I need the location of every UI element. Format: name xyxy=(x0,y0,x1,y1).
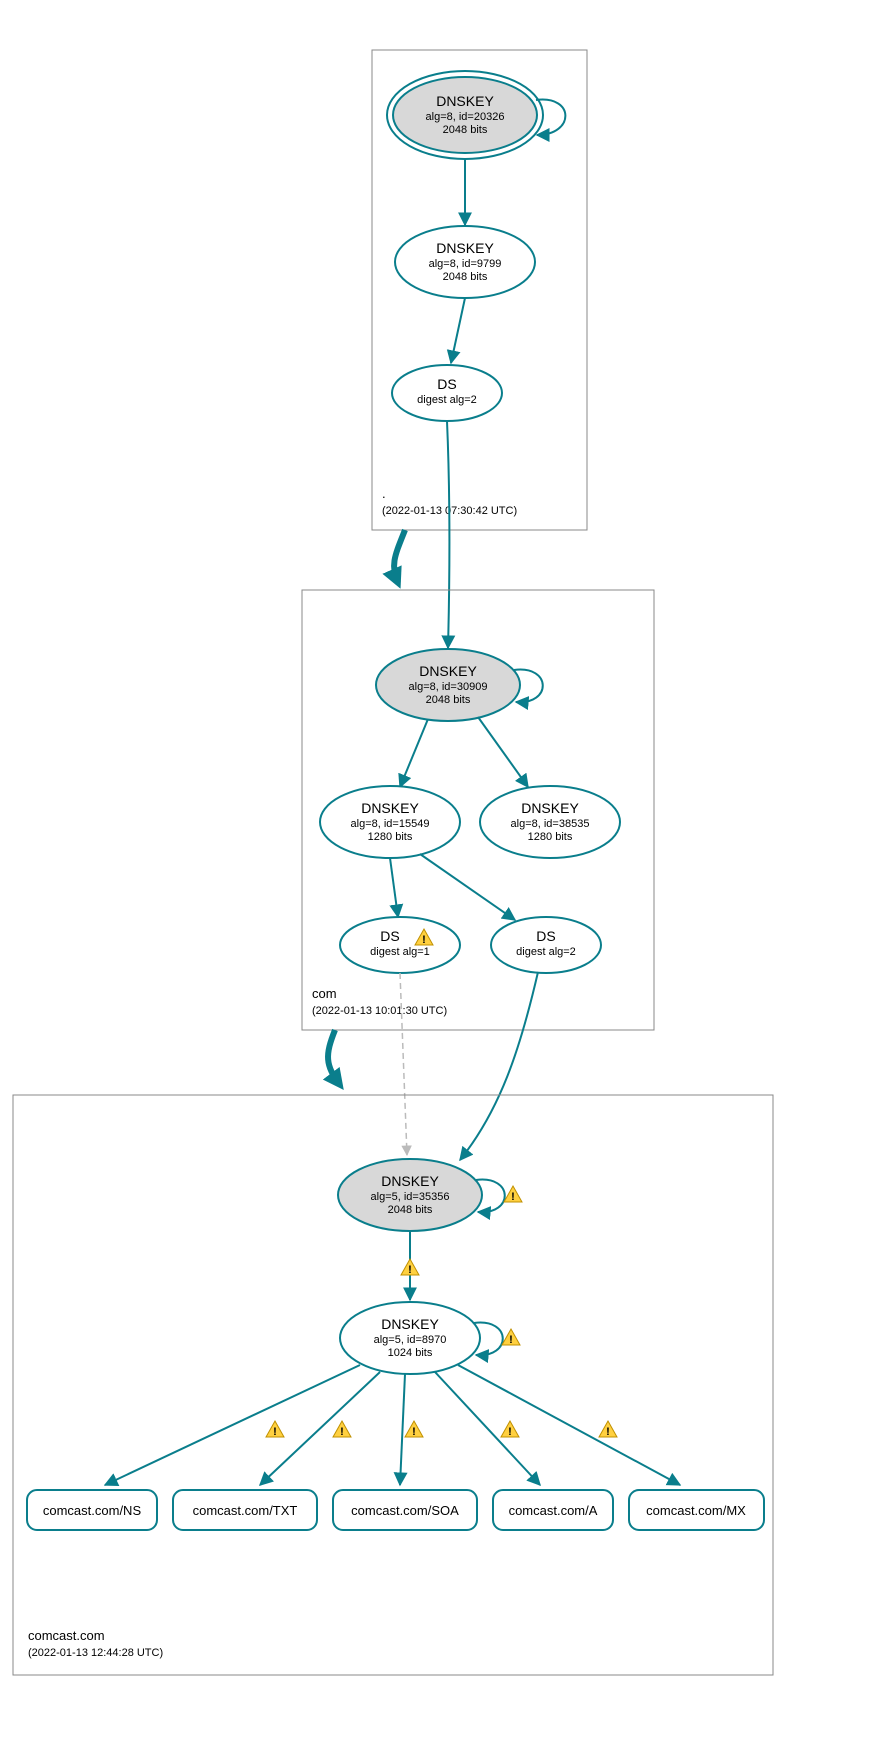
node-root-ksk[interactable]: DNSKEY alg=8, id=20326 2048 bits xyxy=(387,71,543,159)
zone-domain-name: comcast.com xyxy=(28,1628,105,1643)
node-dom-zsk[interactable]: DNSKEY alg=5, id=8970 1024 bits xyxy=(340,1302,480,1374)
edge-com-ksk-zsk1 xyxy=(400,719,428,787)
svg-text:comcast.com/MX: comcast.com/MX xyxy=(646,1503,746,1518)
svg-text:DS: DS xyxy=(380,928,399,944)
node-com-zsk2[interactable]: DNSKEY alg=8, id=38535 1280 bits xyxy=(480,786,620,858)
edge-root-to-com xyxy=(394,530,405,583)
node-root-ds[interactable]: DS digest alg=2 xyxy=(392,365,502,421)
edge-root-zsk-ds xyxy=(451,298,465,363)
node-com-ksk[interactable]: DNSKEY alg=8, id=30909 2048 bits xyxy=(376,649,520,721)
svg-text:comcast.com/SOA: comcast.com/SOA xyxy=(351,1503,459,1518)
rr-a[interactable]: comcast.com/A xyxy=(493,1490,613,1530)
zone-com-name: com xyxy=(312,986,337,1001)
svg-text:DNSKEY: DNSKEY xyxy=(436,93,494,109)
svg-text:DNSKEY: DNSKEY xyxy=(381,1316,439,1332)
svg-text:digest alg=1: digest alg=1 xyxy=(370,946,430,958)
svg-text:1024 bits: 1024 bits xyxy=(388,1347,433,1359)
zone-com-ts: (2022-01-13 10:01:30 UTC) xyxy=(312,1005,447,1017)
node-dom-ksk[interactable]: DNSKEY alg=5, id=35356 2048 bits xyxy=(338,1159,482,1231)
svg-text:digest alg=2: digest alg=2 xyxy=(516,946,576,958)
node-com-ds2[interactable]: DS digest alg=2 xyxy=(491,917,601,973)
edge-zsk-mx xyxy=(458,1365,680,1485)
svg-text:DNSKEY: DNSKEY xyxy=(381,1173,439,1189)
svg-text:alg=5, id=35356: alg=5, id=35356 xyxy=(371,1191,450,1203)
edge-com-zsk1-ds2 xyxy=(420,854,515,920)
svg-text:2048 bits: 2048 bits xyxy=(388,1204,433,1216)
node-com-zsk1[interactable]: DNSKEY alg=8, id=15549 1280 bits xyxy=(320,786,460,858)
svg-text:comcast.com/TXT: comcast.com/TXT xyxy=(193,1503,298,1518)
edge-root-ds-com-ksk xyxy=(447,421,449,648)
rr-txt[interactable]: comcast.com/TXT xyxy=(173,1490,317,1530)
svg-text:1280 bits: 1280 bits xyxy=(528,831,573,843)
edge-com-ds1-domksk xyxy=(400,973,407,1155)
edge-com-ksk-zsk2 xyxy=(478,717,528,787)
rr-mx[interactable]: comcast.com/MX xyxy=(629,1490,764,1530)
svg-text:alg=8, id=9799: alg=8, id=9799 xyxy=(429,258,502,270)
svg-text:DNSKEY: DNSKEY xyxy=(419,663,477,679)
svg-text:alg=8, id=30909: alg=8, id=30909 xyxy=(409,681,488,693)
svg-text:1280 bits: 1280 bits xyxy=(368,831,413,843)
node-root-zsk[interactable]: DNSKEY alg=8, id=9799 2048 bits xyxy=(395,226,535,298)
edge-com-ds2-domksk xyxy=(460,972,538,1160)
svg-text:alg=8, id=20326: alg=8, id=20326 xyxy=(426,111,505,123)
edge-zsk-a xyxy=(435,1372,540,1485)
warning-icon xyxy=(333,1421,351,1438)
svg-text:DNSKEY: DNSKEY xyxy=(521,800,579,816)
svg-text:alg=8, id=38535: alg=8, id=38535 xyxy=(511,818,590,830)
warning-icon xyxy=(266,1421,284,1438)
edge-com-zsk1-ds1 xyxy=(390,858,398,917)
svg-text:2048 bits: 2048 bits xyxy=(443,124,488,136)
edge-zsk-ns xyxy=(105,1365,360,1485)
svg-text:2048 bits: 2048 bits xyxy=(426,694,471,706)
warning-icon xyxy=(599,1421,617,1438)
svg-text:comcast.com/NS: comcast.com/NS xyxy=(43,1503,142,1518)
zone-root-name: . xyxy=(382,486,386,501)
svg-text:DNSKEY: DNSKEY xyxy=(436,240,494,256)
svg-text:comcast.com/A: comcast.com/A xyxy=(509,1503,598,1518)
rr-ns[interactable]: comcast.com/NS xyxy=(27,1490,157,1530)
warning-icon xyxy=(504,1186,522,1203)
rr-soa[interactable]: comcast.com/SOA xyxy=(333,1490,477,1530)
svg-text:2048 bits: 2048 bits xyxy=(443,271,488,283)
edge-zsk-soa xyxy=(400,1374,405,1485)
svg-text:DS: DS xyxy=(536,928,555,944)
svg-text:DS: DS xyxy=(437,376,456,392)
warning-icon xyxy=(405,1421,423,1438)
edge-com-to-domain xyxy=(328,1030,340,1085)
node-com-ds1[interactable]: DS digest alg=1 xyxy=(340,917,460,973)
warning-icon xyxy=(401,1259,419,1276)
warning-icon xyxy=(502,1329,520,1346)
svg-text:alg=5, id=8970: alg=5, id=8970 xyxy=(374,1334,447,1346)
svg-text:digest alg=2: digest alg=2 xyxy=(417,394,477,406)
svg-text:DNSKEY: DNSKEY xyxy=(361,800,419,816)
svg-text:alg=8, id=15549: alg=8, id=15549 xyxy=(351,818,430,830)
zone-domain-ts: (2022-01-13 12:44:28 UTC) xyxy=(28,1647,163,1659)
dnssec-diagram: ! . (2022-01-13 07:30:42 UTC) DNSKEY alg… xyxy=(0,0,869,1742)
warning-icon xyxy=(501,1421,519,1438)
